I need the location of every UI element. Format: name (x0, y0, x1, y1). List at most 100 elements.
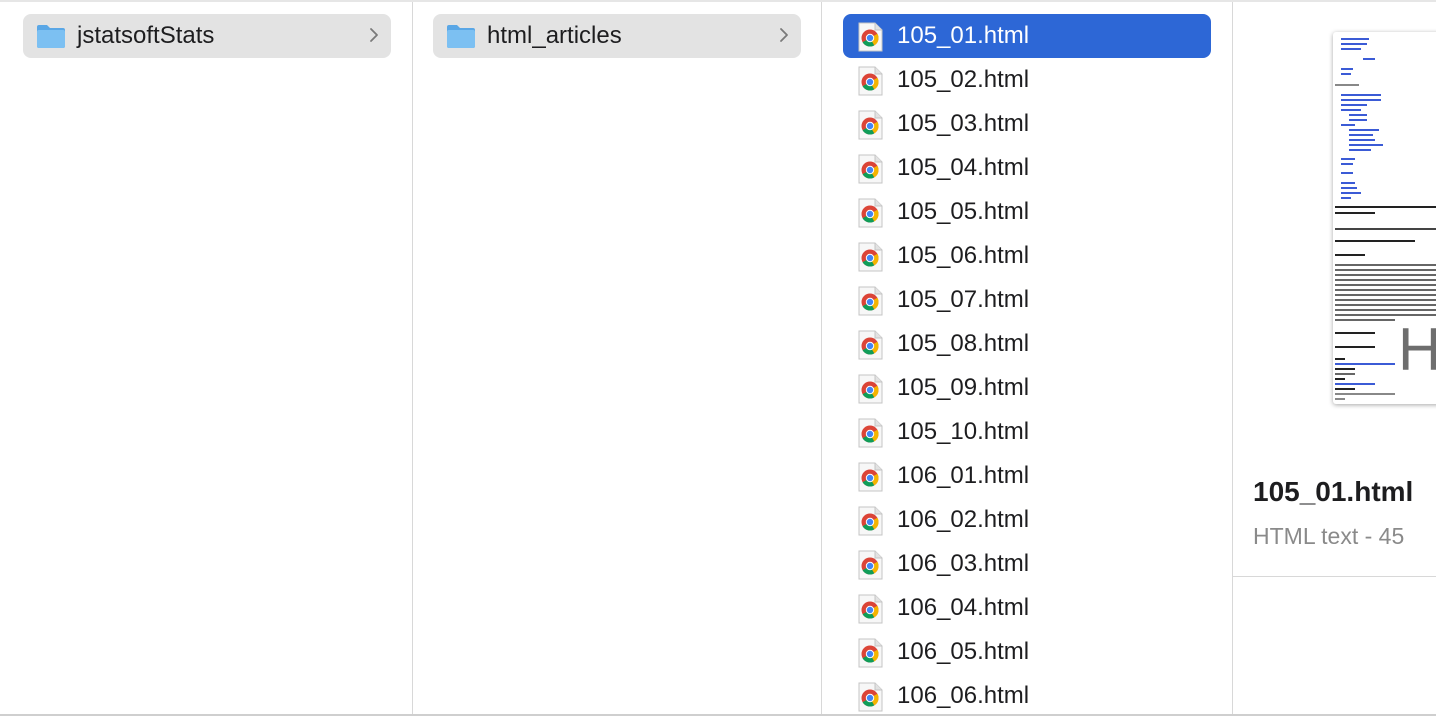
file-row[interactable]: 106_05.html (843, 630, 1211, 674)
thumbnail-text-line (1335, 294, 1436, 296)
file-name-label: 105_03.html (897, 110, 1030, 137)
thumbnail-text-line (1363, 58, 1375, 60)
thumbnail-text-line (1335, 383, 1375, 385)
thumbnail-text-line (1335, 264, 1436, 266)
file-row[interactable]: 105_04.html (843, 146, 1211, 190)
thumbnail-text-line (1335, 284, 1436, 286)
finder-column-3-file-list[interactable]: 105_01.html 105_02.html 105_03.html 105_04.… (822, 2, 1233, 714)
file-name-label: 105_01.html (897, 22, 1030, 49)
file-row[interactable]: 105_02.html (843, 58, 1211, 102)
thumbnail-text-line (1341, 48, 1361, 50)
thumbnail-text-line (1341, 38, 1369, 40)
thumbnail-text-line (1341, 182, 1355, 184)
thumbnail-text-line (1335, 388, 1355, 390)
file-name-label: 105_09.html (897, 374, 1030, 401)
preview-pane: H 105_01.html HTML text - 45 (1233, 2, 1436, 714)
thumbnail-text-line (1335, 274, 1436, 276)
thumbnail-text-line (1335, 84, 1359, 86)
file-row[interactable]: 106_04.html (843, 586, 1211, 630)
thumbnail-text-line (1335, 240, 1415, 242)
file-row[interactable]: 105_08.html (843, 322, 1211, 366)
thumbnail-text-line (1335, 228, 1436, 230)
file-name-label: 106_04.html (897, 594, 1030, 621)
thumbnail-text-line (1341, 73, 1351, 75)
chrome-html-file-icon (857, 330, 883, 360)
preview-file-name: 105_01.html (1253, 476, 1414, 507)
folder-label: jstatsoftStats (77, 22, 215, 49)
file-name-label: 105_04.html (897, 154, 1030, 181)
file-row[interactable]: 105_07.html (843, 278, 1211, 322)
file-name-label: 106_06.html (897, 682, 1030, 709)
file-row[interactable]: 106_01.html (843, 454, 1211, 498)
file-name-label: 105_07.html (897, 286, 1030, 313)
finder-column-2[interactable]: html_articles (413, 2, 822, 714)
thumbnail-text-line (1349, 134, 1373, 136)
chrome-html-file-icon (857, 418, 883, 448)
file-name-label: 105_06.html (897, 242, 1030, 269)
thumbnail-text-line (1349, 144, 1383, 146)
thumbnail-text-line (1341, 43, 1367, 45)
thumbnail-text-line (1335, 373, 1355, 375)
preview-divider (1233, 576, 1436, 577)
finder-column-1[interactable]: jstatsoftStats (0, 2, 413, 714)
thumbnail-text-line (1349, 114, 1367, 116)
thumbnail-text-line (1335, 346, 1375, 348)
chrome-html-file-icon (857, 594, 883, 624)
file-name-label: 105_02.html (897, 66, 1030, 93)
folder-label: html_articles (487, 22, 622, 49)
file-name-label: 105_08.html (897, 330, 1030, 357)
thumbnail-text-line (1335, 254, 1365, 256)
chrome-html-file-icon (857, 374, 883, 404)
chrome-html-file-icon (857, 66, 883, 96)
file-name-label: 105_05.html (897, 198, 1030, 225)
thumbnail-text-line (1335, 368, 1355, 370)
file-row[interactable]: 106_06.html (843, 674, 1211, 714)
chrome-html-file-icon (857, 242, 883, 272)
file-name-label: 106_05.html (897, 638, 1030, 665)
thumbnail-text-line (1341, 172, 1353, 174)
file-name-label: 105_10.html (897, 418, 1030, 445)
thumbnail-text-line (1335, 378, 1345, 380)
thumbnail-text-line (1341, 104, 1367, 106)
preview-kind-size: HTML text - 45 (1253, 523, 1405, 549)
chrome-html-file-icon (857, 286, 883, 316)
thumbnail-text-line (1341, 187, 1357, 189)
thumbnail-text-line (1335, 363, 1395, 365)
thumbnail-text-line (1335, 269, 1436, 271)
file-row[interactable]: 105_10.html (843, 410, 1211, 454)
file-name-label: 106_01.html (897, 462, 1030, 489)
file-row[interactable]: 105_06.html (843, 234, 1211, 278)
file-row[interactable]: 105_03.html (843, 102, 1211, 146)
chrome-html-file-icon (857, 110, 883, 140)
thumbnail-text-line (1349, 119, 1367, 121)
chrome-html-file-icon (857, 22, 883, 52)
chrome-html-file-icon (857, 682, 883, 712)
file-row[interactable]: 105_01.html (843, 14, 1211, 58)
thumbnail-text-line (1335, 319, 1395, 321)
file-name-label: 106_02.html (897, 506, 1030, 533)
thumbnail-text-line (1335, 279, 1436, 281)
thumbnail-text-line (1335, 332, 1375, 334)
folder-row-jstatsoftStats[interactable]: jstatsoftStats (23, 14, 391, 58)
thumbnail-text-line (1335, 206, 1436, 208)
thumbnail-text-line (1335, 299, 1436, 301)
file-row[interactable]: 106_03.html (843, 542, 1211, 586)
file-row[interactable]: 105_09.html (843, 366, 1211, 410)
file-row[interactable]: 106_02.html (843, 498, 1211, 542)
thumbnail-text-line (1335, 212, 1375, 214)
thumbnail-text-line (1335, 289, 1436, 291)
chrome-html-file-icon (857, 638, 883, 668)
chrome-html-file-icon (857, 550, 883, 580)
thumbnail-text-line (1341, 124, 1355, 126)
thumbnail-text-line (1341, 197, 1351, 199)
thumbnail-text-line (1349, 149, 1371, 151)
thumbnail-text-line (1335, 393, 1395, 395)
folder-row-html-articles[interactable]: html_articles (433, 14, 801, 58)
chrome-html-file-icon (857, 154, 883, 184)
thumbnail-text-line (1341, 99, 1381, 101)
thumbnail-text-line (1341, 94, 1381, 96)
file-row[interactable]: 105_05.html (843, 190, 1211, 234)
thumbnail-text-line (1335, 309, 1436, 311)
thumbnail-text-line (1341, 192, 1361, 194)
chrome-html-file-icon (857, 506, 883, 536)
